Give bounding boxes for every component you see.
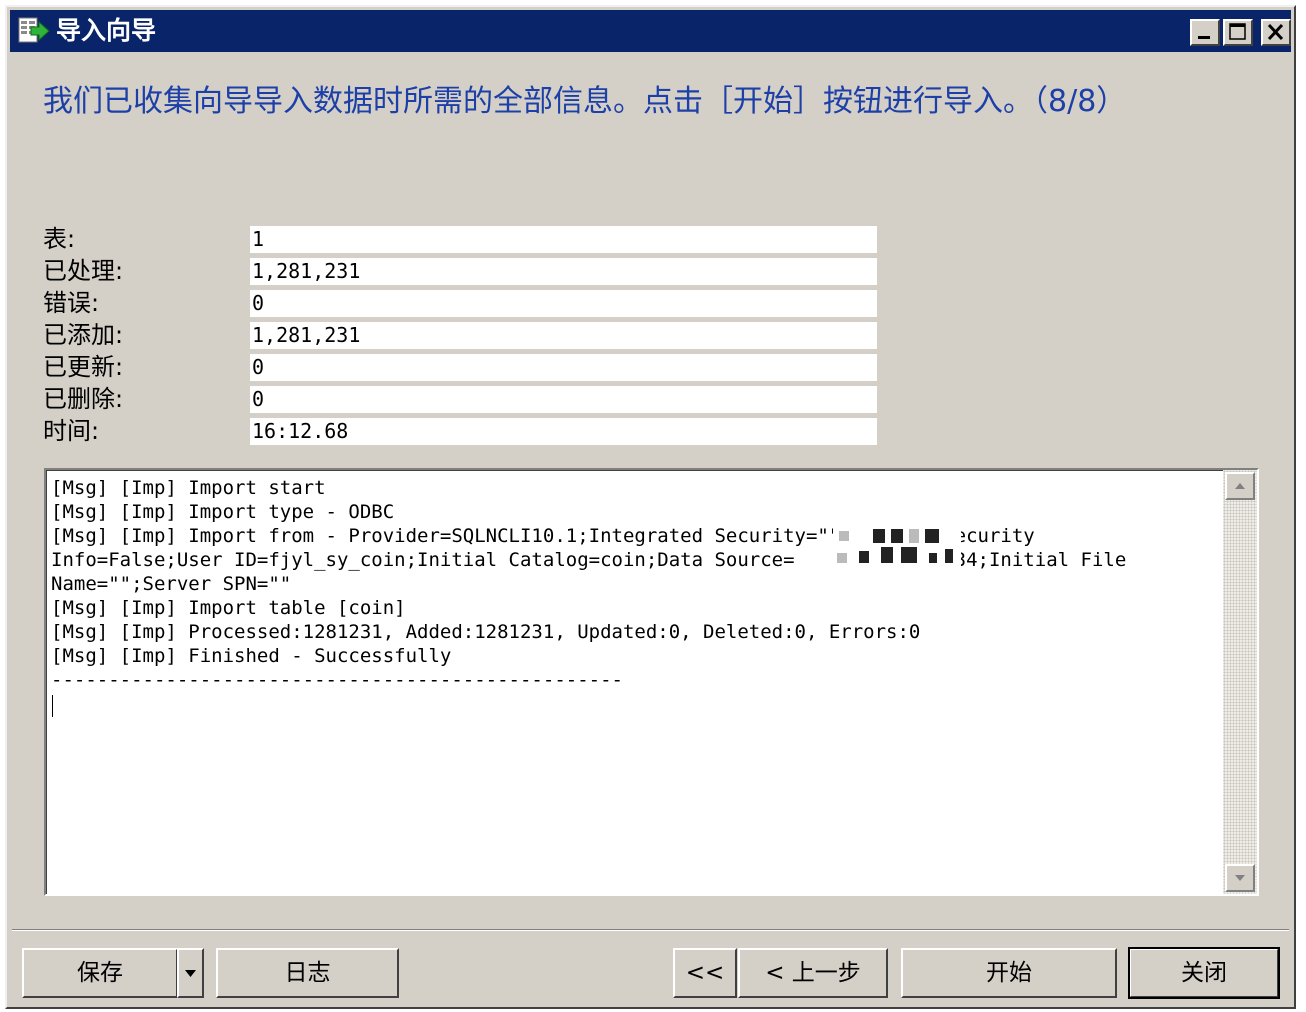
window-title: 导入向导 [56,16,157,45]
log-content[interactable]: [Msg] [Imp] Import start [Msg] [Imp] Imp… [46,470,1223,894]
start-button[interactable]: 开始 [901,948,1117,998]
redacted-host [833,525,961,571]
close-button[interactable]: 关闭 [1128,947,1280,999]
stat-value-time: 16:12.68 [250,418,877,445]
stat-label-deleted: 已删除: [43,385,124,413]
stat-label-tables: 表: [43,225,76,253]
import-log-textarea[interactable]: [Msg] [Imp] Import start [Msg] [Imp] Imp… [44,468,1259,896]
stat-value-updated: 0 [250,354,877,381]
text-caret [52,695,53,717]
stat-value-errors: 0 [250,290,877,317]
divider [12,930,1289,931]
log-vertical-scrollbar[interactable] [1223,470,1257,894]
back-button[interactable]: < 上一步 [738,948,888,998]
log-line: [Msg] [Imp] Import table [coin] [51,597,406,619]
minimize-button[interactable] [1190,19,1220,46]
stat-label-updated: 已更新: [43,353,124,381]
dropdown-arrow-icon [185,970,196,977]
stat-label-time: 时间: [43,417,100,445]
import-wizard-window: 导入向导 我们已收集向导导入数据时所需的全部信息。点击［开始］按钮进行导入。（8… [5,5,1296,1009]
stat-value-processed: 1,281,231 [250,258,877,285]
app-icon [18,17,50,43]
stat-value-added: 1,281,231 [250,322,877,349]
log-line: [Msg] [Imp] Processed:1281231, Added:128… [51,621,921,643]
maximize-icon [1229,23,1246,40]
minimize-icon [1198,36,1210,39]
stat-value-deleted: 0 [250,386,877,413]
log-separator-line: ----------------------------------------… [51,669,623,691]
log-line: [Msg] [Imp] Finished - Successfully [51,645,452,667]
title-bar[interactable]: 导入向导 [10,10,1291,52]
triangle-up-icon [1235,483,1245,489]
wizard-heading: 我们已收集向导导入数据时所需的全部信息。点击［开始］按钮进行导入。（8/8） [43,84,1127,119]
log-line: [Msg] [Imp] Import start [51,477,326,499]
close-icon [1267,23,1284,41]
log-line: [Msg] [Imp] Import type - ODBC [51,501,395,523]
log-line: Info=False;User ID=fjyl_sy_coin;Initial … [51,549,1127,571]
stat-label-added: 已添加: [43,321,124,349]
save-button[interactable]: 保存 [22,948,178,998]
log-button[interactable]: 日志 [216,948,399,998]
triangle-down-icon [1235,875,1245,881]
stat-label-processed: 已处理: [43,257,124,285]
save-dropdown-button[interactable] [177,948,204,998]
scroll-up-button[interactable] [1225,472,1255,500]
maximize-button[interactable] [1223,19,1253,46]
stat-value-tables: 1 [250,226,877,253]
scroll-down-button[interactable] [1225,864,1255,892]
log-line: Name="";Server SPN="" [51,573,292,595]
stat-label-errors: 错误: [43,289,100,317]
close-window-button[interactable] [1261,19,1291,46]
first-page-button[interactable]: << [673,948,737,998]
